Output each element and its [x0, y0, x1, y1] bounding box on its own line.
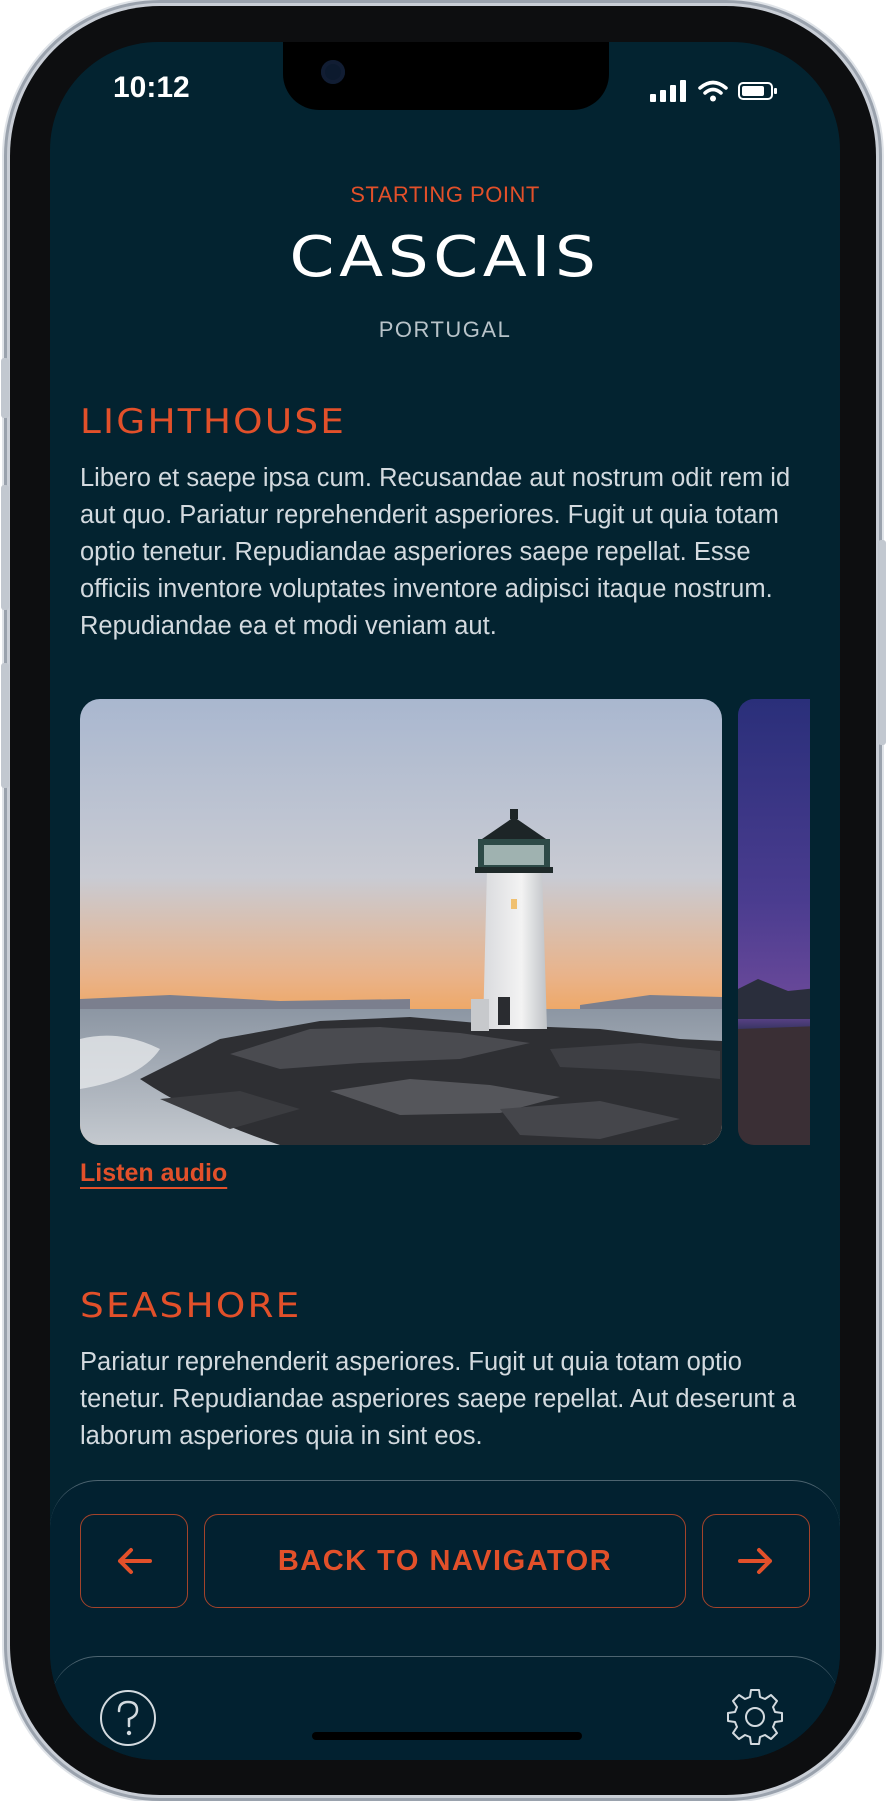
notch [283, 42, 609, 110]
settings-button[interactable] [724, 1686, 786, 1748]
status-time: 10:12 [113, 71, 190, 104]
section-title-seashore: SEASHORE [80, 1286, 302, 1326]
signal-icon [650, 80, 686, 102]
next-button[interactable] [702, 1514, 810, 1608]
help-button[interactable] [98, 1688, 158, 1748]
section-body-seashore: Pariatur reprehenderit asperiores. Fugit… [80, 1348, 796, 1450]
wifi-icon [698, 80, 728, 102]
section-title-lighthouse: LIGHTHOUSE [80, 402, 347, 442]
listen-audio-link[interactable]: Listen audio [80, 1159, 227, 1188]
tab-bar [50, 1656, 840, 1760]
arrow-right-icon [738, 1548, 772, 1574]
side-button-silent [1, 358, 9, 418]
help-icon [100, 1690, 156, 1746]
image-carousel[interactable] [80, 699, 810, 1145]
battery-icon [738, 82, 777, 100]
status-icons [650, 80, 778, 102]
side-button-volume-up [1, 485, 9, 610]
gear-icon [727, 1689, 783, 1745]
arrow-left-icon [118, 1548, 152, 1574]
lighthouse-photo[interactable] [80, 699, 722, 1145]
side-button-volume-down [1, 663, 9, 788]
side-button-power [878, 540, 886, 745]
header-country: PORTUGAL [378, 317, 512, 342]
section-body-lighthouse: Libero et saepe ipsa cum. Recusandae aut… [80, 464, 791, 640]
header-subtitle: STARTING POINT [350, 182, 540, 207]
night-sky-image [738, 699, 810, 1145]
page-title: CASCAIS [289, 225, 601, 290]
home-indicator [312, 1732, 582, 1740]
camera-icon [321, 60, 345, 84]
app-screen: 10:12 STARTING POINT CASCAIS PORTUGAL LI… [50, 42, 840, 1760]
previous-button[interactable] [80, 1514, 188, 1608]
next-photo-preview[interactable] [738, 699, 810, 1145]
lighthouse-image [80, 699, 722, 1145]
back-to-navigator-button[interactable]: BACK TO NAVIGATOR [204, 1514, 686, 1608]
